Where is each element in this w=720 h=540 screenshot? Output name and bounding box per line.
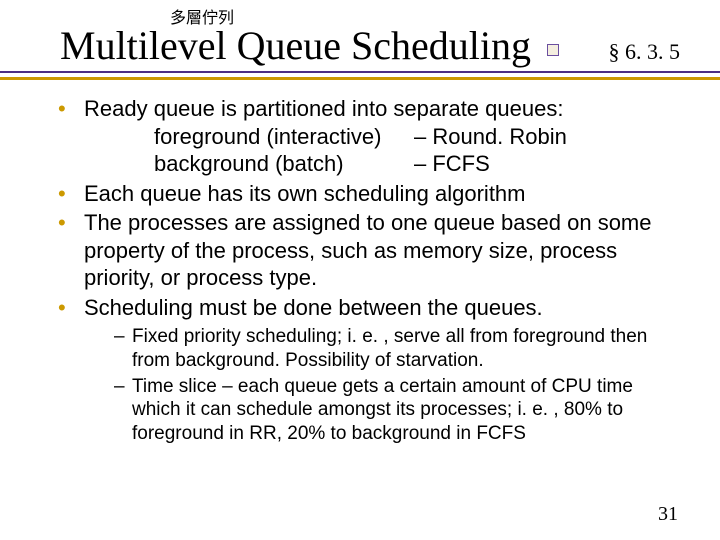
sub-bullet-text: Time slice – each queue gets a certain a…: [132, 376, 633, 445]
slide-header: 多層佇列 Multilevel Queue Scheduling § 6. 3.…: [0, 0, 720, 69]
indent-col1: foreground (interactive): [154, 123, 414, 151]
section-reference: § 6. 3. 5: [609, 39, 681, 65]
page-number: 31: [658, 503, 678, 526]
indent-row: background (batch) – FCFS: [154, 150, 680, 178]
bullet-text: Each queue has its own scheduling algori…: [84, 181, 526, 206]
indent-col2: – Round. Robin: [414, 123, 567, 151]
slide-title: Multilevel Queue Scheduling: [60, 22, 559, 69]
sub-bullet-list: Fixed priority scheduling; i. e. , serve…: [114, 325, 680, 446]
sub-bullet-item: Fixed priority scheduling; i. e. , serve…: [114, 325, 680, 373]
indent-row: foreground (interactive) – Round. Robin: [154, 123, 680, 151]
slide-content: Ready queue is partitioned into separate…: [0, 81, 720, 446]
bullet-list: Ready queue is partitioned into separate…: [58, 95, 680, 321]
slide: 多層佇列 Multilevel Queue Scheduling § 6. 3.…: [0, 0, 720, 540]
bullet-item: Each queue has its own scheduling algori…: [58, 180, 680, 208]
indent-col1: background (batch): [154, 150, 414, 178]
bullet-text: Scheduling must be done between the queu…: [84, 295, 543, 320]
bullet-item: Ready queue is partitioned into separate…: [58, 95, 680, 178]
sub-bullet-text: Fixed priority scheduling; i. e. , serve…: [132, 326, 647, 371]
bullet-item: Scheduling must be done between the queu…: [58, 294, 680, 322]
title-underline: [0, 71, 720, 81]
title-row: Multilevel Queue Scheduling § 6. 3. 5: [60, 22, 720, 69]
bullet-text: Ready queue is partitioned into separate…: [84, 96, 563, 121]
underline-gold: [0, 77, 720, 80]
indent-col2: – FCFS: [414, 150, 490, 178]
sub-bullet-item: Time slice – each queue gets a certain a…: [114, 375, 680, 446]
title-text: Multilevel Queue Scheduling: [60, 23, 531, 68]
bullet-text: The processes are assigned to one queue …: [84, 210, 652, 290]
bullet-item: The processes are assigned to one queue …: [58, 209, 680, 292]
underline-purple: [0, 71, 720, 73]
decorative-square-icon: [547, 44, 559, 56]
